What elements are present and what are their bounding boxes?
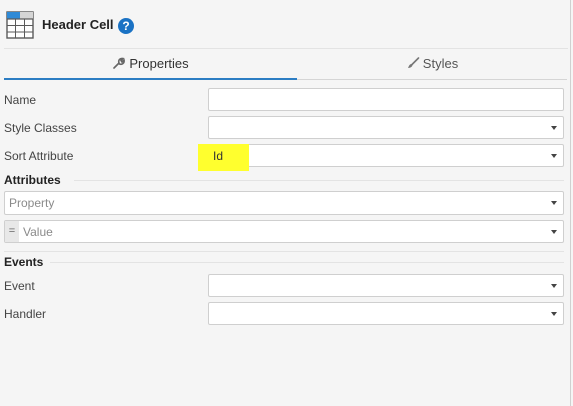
- style-classes-label: Style Classes: [4, 121, 77, 135]
- value-select[interactable]: = Value: [4, 220, 564, 243]
- brush-icon: [407, 57, 420, 68]
- chevron-down-icon: [551, 201, 557, 205]
- chevron-down-icon: [551, 312, 557, 316]
- tab-styles[interactable]: Styles: [297, 50, 567, 80]
- name-label: Name: [4, 93, 37, 107]
- table-icon: [6, 11, 34, 39]
- tab-properties-label: Properties: [129, 56, 189, 71]
- attributes-divider: [74, 180, 564, 181]
- name-field[interactable]: [208, 88, 564, 111]
- highlight-marker: [198, 144, 249, 171]
- panel-border: [570, 0, 571, 406]
- section-divider: [4, 251, 564, 252]
- events-divider: [50, 262, 564, 263]
- page-title: Header Cell: [42, 17, 114, 32]
- chevron-down-icon: [551, 284, 557, 288]
- handler-label: Handler: [4, 307, 47, 321]
- chevron-down-icon: [551, 230, 557, 234]
- sort-attribute-select[interactable]: [208, 144, 564, 167]
- value-placeholder: Value: [23, 225, 53, 239]
- header-divider: [4, 48, 568, 49]
- property-placeholder: Property: [9, 196, 55, 210]
- help-icon[interactable]: ?: [118, 18, 134, 34]
- property-select[interactable]: Property: [4, 191, 564, 215]
- handler-select[interactable]: [208, 302, 564, 325]
- sort-attribute-value: Id: [213, 149, 224, 163]
- event-select[interactable]: [208, 274, 564, 297]
- attributes-heading: Attributes: [4, 173, 61, 187]
- tab-properties[interactable]: Properties: [4, 50, 297, 80]
- tab-styles-label: Styles: [422, 56, 459, 71]
- events-heading: Events: [4, 255, 44, 269]
- wrench-icon: [113, 57, 126, 69]
- style-classes-select[interactable]: [208, 116, 564, 139]
- chevron-down-icon: [551, 154, 557, 158]
- chevron-down-icon: [551, 126, 557, 130]
- sort-attribute-label: Sort Attribute: [4, 149, 74, 163]
- operator-badge: =: [5, 221, 19, 242]
- event-label: Event: [4, 279, 35, 293]
